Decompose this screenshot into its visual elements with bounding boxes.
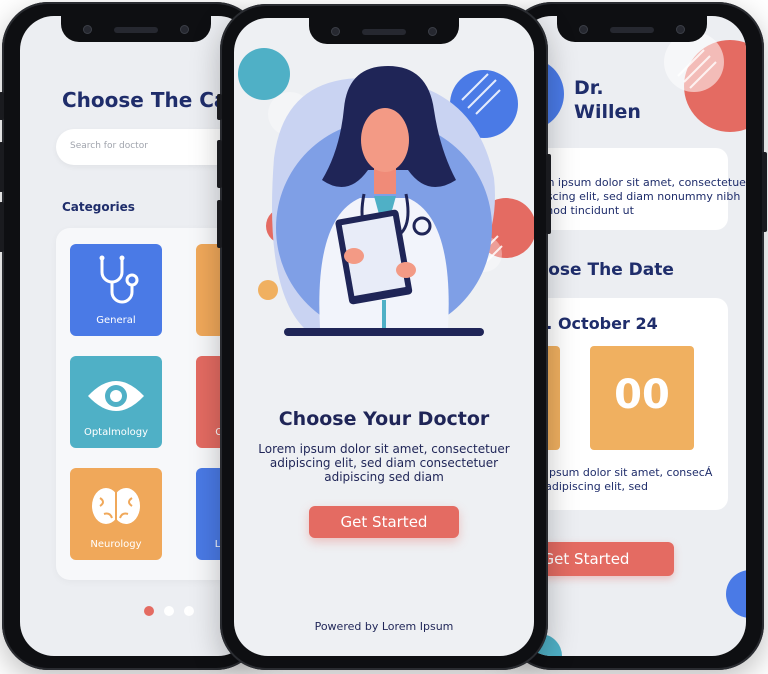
- bio-line: euismod tincidunt ut: [520, 204, 634, 217]
- doctor-illustration: [238, 48, 534, 336]
- category-tile-optalmology[interactable]: Optalmology: [70, 356, 162, 448]
- powered-by-footer: Powered by Lorem Ipsum: [314, 620, 454, 633]
- notch: [309, 18, 459, 44]
- minute-picker[interactable]: 00: [590, 346, 694, 450]
- booking-screen: Dr. Willen Lorem ipsum dolor sit amet, c…: [518, 16, 746, 656]
- volume-down-button: [217, 200, 222, 248]
- notch: [61, 16, 211, 42]
- volume-up-button: [0, 142, 4, 192]
- onboarding-title: Choose Your Doctor: [278, 408, 490, 430]
- notch: [557, 16, 707, 42]
- phone-onboarding: Choose Your Doctor Lorem ipsum dolor sit…: [217, 4, 551, 670]
- category-label-general: General: [96, 315, 136, 326]
- stethoscope-icon: [99, 255, 139, 304]
- description-line: Lorem ipsum dolor sit amet, consectetuer: [258, 442, 510, 456]
- date-card: Mon. October 24 14 00 Lorem ipsum dolor …: [518, 298, 728, 510]
- get-started-label: Get Started: [340, 513, 428, 531]
- mute-switch: [217, 94, 222, 120]
- description-line: adipiscing sed diam: [324, 470, 444, 484]
- search-placeholder: Search for doctor: [70, 141, 148, 151]
- doctor-name: Dr. Willen: [574, 77, 641, 123]
- volume-down-button: [0, 202, 4, 252]
- onboarding-description: Lorem ipsum dolor sit amet, consectetuer…: [234, 442, 534, 484]
- mute-switch: [0, 92, 4, 120]
- onboarding-screen: Choose Your Doctor Lorem ipsum dolor sit…: [234, 18, 534, 656]
- power-button: [546, 154, 551, 234]
- volume-up-button: [217, 140, 222, 188]
- minute-value: 00: [614, 372, 670, 418]
- bio-line: adipiscing elit, sed diam nonummy nibh: [520, 190, 741, 203]
- pagination-dot[interactable]: [164, 606, 174, 616]
- category-tile-general[interactable]: General: [70, 244, 162, 336]
- get-started-button[interactable]: Get Started: [309, 506, 459, 538]
- category-tile-neurology[interactable]: Neurology: [70, 468, 162, 560]
- bio-line: Lorem ipsum dolor sit amet, consectetuer: [520, 176, 746, 189]
- categories-label: Categories: [62, 200, 135, 214]
- pagination-dot-active[interactable]: [144, 606, 154, 616]
- category-label-optalmology: Optalmology: [83, 427, 149, 438]
- category-label-neurology: Neurology: [90, 539, 142, 550]
- description-line: adipiscing elit, sed diam consectetuer: [269, 456, 499, 470]
- brain-icon: [92, 488, 140, 524]
- eye-icon: [88, 381, 144, 411]
- pagination-dot[interactable]: [184, 606, 194, 616]
- power-button: [762, 152, 767, 232]
